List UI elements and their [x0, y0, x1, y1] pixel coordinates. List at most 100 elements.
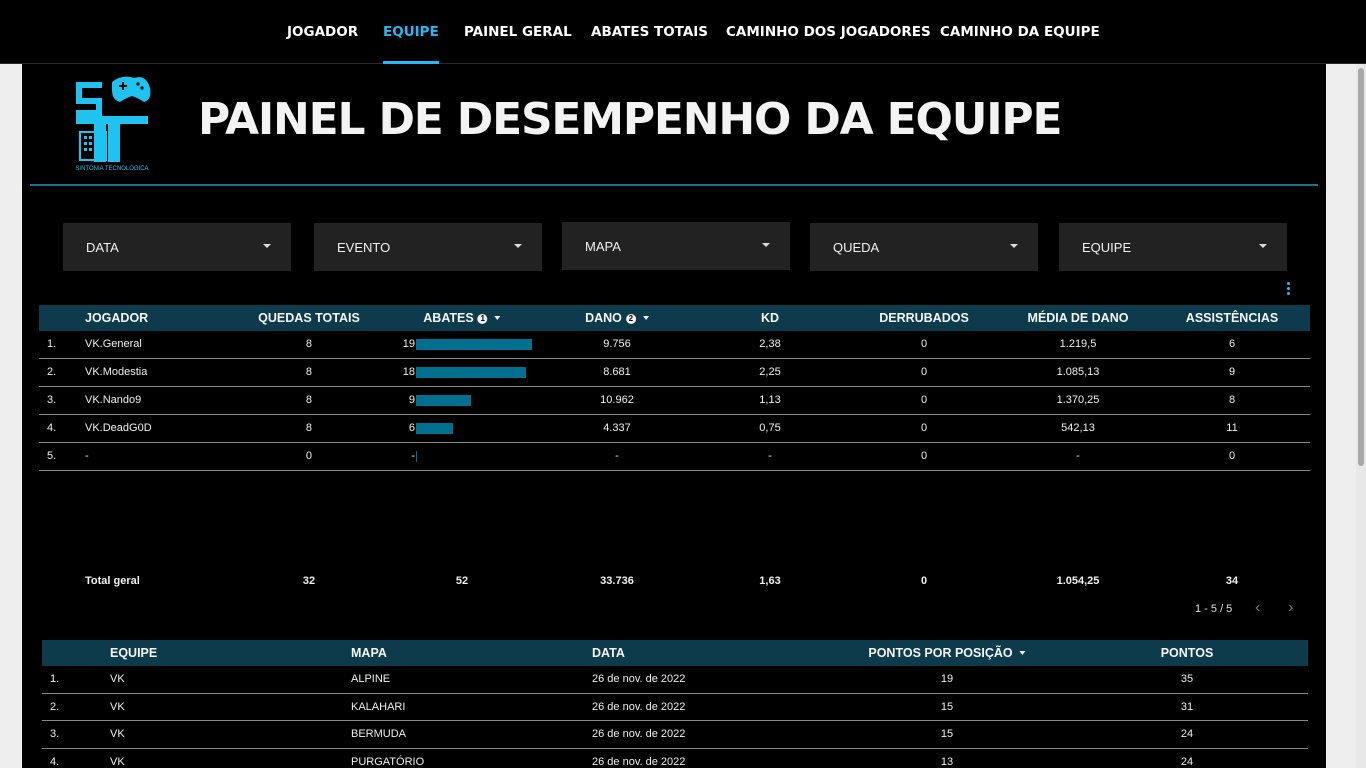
- chevron-left-icon[interactable]: ‹: [1255, 599, 1260, 617]
- table-row: 5. - 0 - - - 0 - 0: [39, 443, 1310, 471]
- filter-equipe[interactable]: EQUIPE: [1059, 223, 1287, 271]
- sort-desc-icon: [494, 316, 501, 320]
- vertical-scrollbar[interactable]: [1356, 64, 1366, 768]
- cell-pontos-posicao: 19: [940, 673, 954, 685]
- cell-pontos: 35: [1180, 673, 1194, 685]
- cell-assist: 8: [1228, 394, 1236, 406]
- header-assistencias[interactable]: ASSISTÊNCIAS: [1186, 305, 1278, 331]
- header-mapa[interactable]: MAPA: [351, 640, 387, 666]
- cell-data: 26 de nov. de 2022: [592, 673, 686, 685]
- chevron-right-icon[interactable]: ›: [1288, 599, 1293, 617]
- row-index: 2.: [50, 700, 60, 713]
- total-label: Total geral: [85, 575, 140, 587]
- tab-equipe[interactable]: EQUIPE: [383, 0, 439, 64]
- cell-quedas: 8: [305, 366, 312, 378]
- cell-mapa: KALAHARI: [351, 700, 406, 713]
- tab-abates-totais[interactable]: ABATES TOTAIS: [591, 0, 708, 64]
- filter-label: EVENTO: [337, 240, 391, 255]
- cell-media: 1.219,5: [1059, 338, 1097, 350]
- cell-dano: 4.337: [603, 422, 631, 434]
- table-row: 1. VK ALPINE 26 de nov. de 2022 19 35: [42, 666, 1308, 694]
- scroll-thumb[interactable]: [1358, 68, 1364, 466]
- more-options-icon[interactable]: [1285, 282, 1291, 296]
- cell-quedas: 8: [305, 422, 312, 434]
- cell-assist: 0: [1228, 450, 1236, 462]
- row-index: 5.: [47, 450, 57, 462]
- header-media-de-dano[interactable]: MÉDIA DE DANO: [1028, 305, 1129, 331]
- tab-painel-geral[interactable]: PAINEL GERAL: [464, 0, 572, 64]
- caret-down-icon: [263, 244, 271, 248]
- cell-mapa: ALPINE: [351, 673, 391, 685]
- pagination-label: 1 - 5 / 5: [1195, 603, 1233, 615]
- table-row: 4. VK PURGATÓRIO 26 de nov. de 2022 13 24: [42, 749, 1308, 768]
- header-abates-label: ABATES: [423, 311, 474, 325]
- table-header: JOGADOR QUEDAS TOTAIS ABATES 1 DANO 2 KD D…: [39, 305, 1310, 331]
- cell-derrubados: 0: [920, 338, 928, 350]
- caret-down-icon: [1010, 244, 1018, 248]
- cell-jogador: VK.General: [85, 338, 142, 350]
- page-title: PAINEL DE DESEMPENHO DA EQUIPE: [198, 94, 1063, 145]
- header-pontos[interactable]: PONTOS: [1161, 640, 1214, 666]
- cell-kd: 2,38: [759, 338, 781, 350]
- cell-abates: 18: [402, 366, 415, 378]
- cell-quedas: 0: [305, 450, 312, 462]
- top-navigation: JOGADOR EQUIPE PAINEL GERAL ABATES TOTAI…: [0, 0, 1366, 64]
- total-row: Total geral 32 52 33.736 1,63 0 1.054,25…: [39, 568, 1310, 596]
- player-table: JOGADOR QUEDAS TOTAIS ABATES 1 DANO 2 KD D…: [39, 305, 1310, 605]
- row-index: 1.: [50, 673, 60, 685]
- filter-evento[interactable]: EVENTO: [314, 223, 542, 271]
- abates-bar: [416, 339, 532, 350]
- cell-jogador: VK.Modestia: [85, 366, 148, 378]
- tab-caminho-dos-jogadores[interactable]: CAMINHO DOS JOGADORES: [726, 0, 931, 64]
- table-row: 2. VK KALAHARI 26 de nov. de 2022 15 31: [42, 694, 1308, 721]
- header-quedas-totais[interactable]: QUEDAS TOTAIS: [258, 305, 360, 331]
- table-header: EQUIPE MAPA DATA PONTOS POR POSIÇÃO PONT…: [42, 640, 1308, 666]
- cell-abates: 6: [408, 422, 415, 434]
- cell-kd: 2,25: [759, 366, 781, 378]
- cell-dano: 9.756: [603, 338, 631, 350]
- cell-abates: -: [411, 450, 415, 462]
- table-row: 3. VK.Nando9 8 9 10.962 1,13 0 1.370,25 8: [39, 387, 1310, 415]
- cell-equipe: VK: [110, 728, 125, 740]
- report-page: SINTONIA TECNOLÓGICA PAINEL DE DESEMPENH…: [22, 64, 1326, 768]
- total-abates: 52: [455, 575, 469, 587]
- cell-pontos-posicao: 13: [940, 755, 954, 768]
- header-dano[interactable]: DANO 2: [585, 305, 649, 331]
- total-quedas: 32: [302, 575, 316, 587]
- header-derrubados[interactable]: DERRUBADOS: [879, 305, 969, 331]
- header-pontos-por-posicao[interactable]: PONTOS POR POSIÇÃO: [868, 640, 1026, 666]
- total-derrubados: 0: [920, 575, 928, 587]
- cell-pontos-posicao: 15: [940, 728, 954, 740]
- abates-bar: [416, 423, 453, 434]
- total-dano: 33.736: [600, 575, 634, 587]
- filter-queda[interactable]: QUEDA: [810, 223, 1038, 271]
- header-kd[interactable]: KD: [761, 305, 779, 331]
- total-assist: 34: [1225, 575, 1239, 587]
- cell-pontos-posicao: 15: [940, 700, 954, 713]
- tab-caminho-da-equipe[interactable]: CAMINHO DA EQUIPE: [940, 0, 1100, 64]
- total-kd: 1,63: [759, 575, 781, 587]
- header-data[interactable]: DATA: [592, 640, 625, 666]
- table-row: 4. VK.DeadG0D 8 6 4.337 0,75 0 542,13 11: [39, 415, 1310, 443]
- cell-equipe: VK: [110, 700, 125, 713]
- row-index: 2.: [47, 366, 57, 378]
- info-icon[interactable]: 1: [477, 314, 488, 324]
- svg-text:SINTONIA TECNOLÓGICA: SINTONIA TECNOLÓGICA: [75, 165, 148, 172]
- filter-data[interactable]: DATA: [63, 223, 291, 271]
- caret-down-icon: [1259, 244, 1267, 248]
- cell-jogador: -: [85, 450, 89, 462]
- cell-data: 26 de nov. de 2022: [592, 700, 686, 713]
- tab-jogador[interactable]: JOGADOR: [287, 0, 358, 64]
- caret-down-icon: [514, 244, 522, 248]
- header-equipe[interactable]: EQUIPE: [110, 640, 157, 666]
- cell-assist: 6: [1228, 338, 1236, 350]
- total-media: 1.054,25: [1056, 575, 1100, 587]
- header-jogador[interactable]: JOGADOR: [85, 305, 148, 331]
- filter-label: QUEDA: [833, 240, 880, 255]
- row-index: 4.: [47, 422, 57, 434]
- filter-mapa[interactable]: MAPA: [562, 222, 790, 270]
- cell-jogador: VK.Nando9: [85, 394, 142, 406]
- info-icon[interactable]: 2: [625, 314, 636, 324]
- table-row: 1. VK.General 8 19 9.756 2,38 0 1.219,5 6: [39, 331, 1310, 359]
- header-abates[interactable]: ABATES 1: [423, 305, 501, 331]
